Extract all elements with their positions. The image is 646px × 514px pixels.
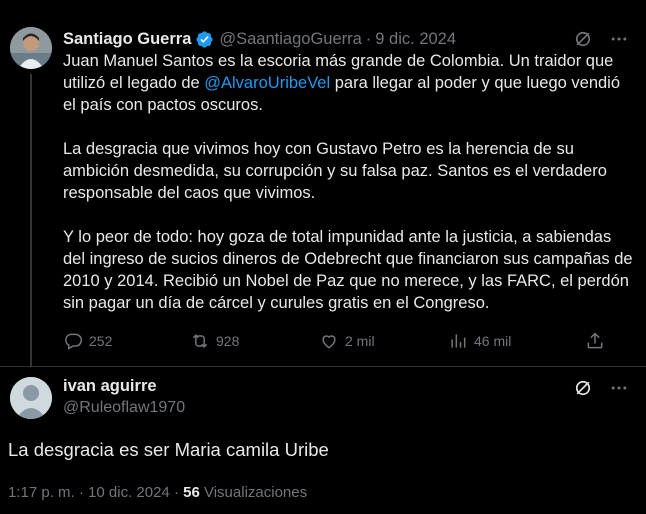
reply-meta: 1:17 p. m. · 10 dic. 2024 · 56 Visualiza… bbox=[8, 484, 307, 501]
tweet-header: Santiago Guerra @SaantiagoGuerra · 9 dic… bbox=[63, 27, 456, 51]
reply-time[interactable]: 1:17 p. m. bbox=[8, 484, 75, 501]
more-options-icon[interactable] bbox=[608, 28, 630, 50]
meta-separator: · bbox=[78, 484, 84, 501]
views-count: 46 mil bbox=[474, 333, 512, 349]
author-name[interactable]: Santiago Guerra bbox=[63, 30, 191, 49]
reply-author-handle[interactable]: @Ruleoflaw1970 bbox=[63, 399, 185, 417]
tweet-paragraph: Y lo peor de todo: hoy goza de total imp… bbox=[63, 228, 633, 312]
share-icon bbox=[587, 332, 603, 349]
author-handle[interactable]: @SaantiagoGuerra bbox=[219, 30, 361, 49]
reply-author-name[interactable]: ivan aguirre bbox=[63, 377, 157, 396]
like-button[interactable]: 2 mil bbox=[319, 331, 448, 351]
more-options-icon[interactable] bbox=[608, 377, 630, 399]
reply-views-label: Visualizaciones bbox=[203, 484, 308, 501]
verified-badge-icon[interactable] bbox=[195, 30, 214, 49]
views-button[interactable]: 46 mil bbox=[448, 331, 575, 351]
tweet-date[interactable]: 9 dic. 2024 bbox=[375, 30, 456, 49]
retweet-button[interactable]: 928 bbox=[190, 331, 319, 351]
heart-icon bbox=[322, 335, 336, 349]
reply-tweet[interactable]: ivan aguirre @Ruleoflaw1970 La desgracia… bbox=[0, 367, 646, 514]
header-separator: · bbox=[365, 29, 372, 48]
tweet-actions: 252 928 2 mil 46 mil bbox=[63, 329, 633, 353]
analytics-icon bbox=[451, 334, 466, 348]
retweet-icon bbox=[192, 334, 208, 348]
like-count: 2 mil bbox=[345, 333, 375, 349]
share-button[interactable] bbox=[575, 331, 605, 351]
reply-button[interactable]: 252 bbox=[63, 331, 190, 351]
thread-line bbox=[30, 74, 32, 366]
author-avatar[interactable] bbox=[10, 27, 52, 69]
reply-count: 252 bbox=[89, 333, 113, 349]
reply-icon bbox=[65, 333, 83, 350]
retweet-count: 928 bbox=[216, 333, 240, 349]
meta-separator: · bbox=[173, 484, 179, 501]
tweet-top-icons bbox=[572, 28, 630, 50]
reply-body: La desgracia es ser Maria camila Uribe bbox=[8, 439, 329, 460]
reply-top-icons bbox=[572, 377, 630, 399]
grok-icon[interactable] bbox=[572, 28, 594, 50]
tweet-paragraph: Juan Manuel Santos es la escoria más gra… bbox=[63, 50, 633, 116]
reply-avatar[interactable] bbox=[10, 377, 52, 419]
tweet-paragraph: La desgracia que vivimos hoy con Gustavo… bbox=[63, 140, 607, 202]
tweet[interactable]: Santiago Guerra @SaantiagoGuerra · 9 dic… bbox=[0, 0, 646, 366]
grok-icon[interactable] bbox=[572, 377, 594, 399]
reply-date[interactable]: 10 dic. 2024 bbox=[88, 484, 170, 501]
mention-link[interactable]: @AlvaroUribeVel bbox=[204, 74, 330, 92]
tweet-body: Juan Manuel Santos es la escoria más gra… bbox=[63, 50, 633, 336]
reply-view-count: 56 bbox=[183, 484, 200, 501]
